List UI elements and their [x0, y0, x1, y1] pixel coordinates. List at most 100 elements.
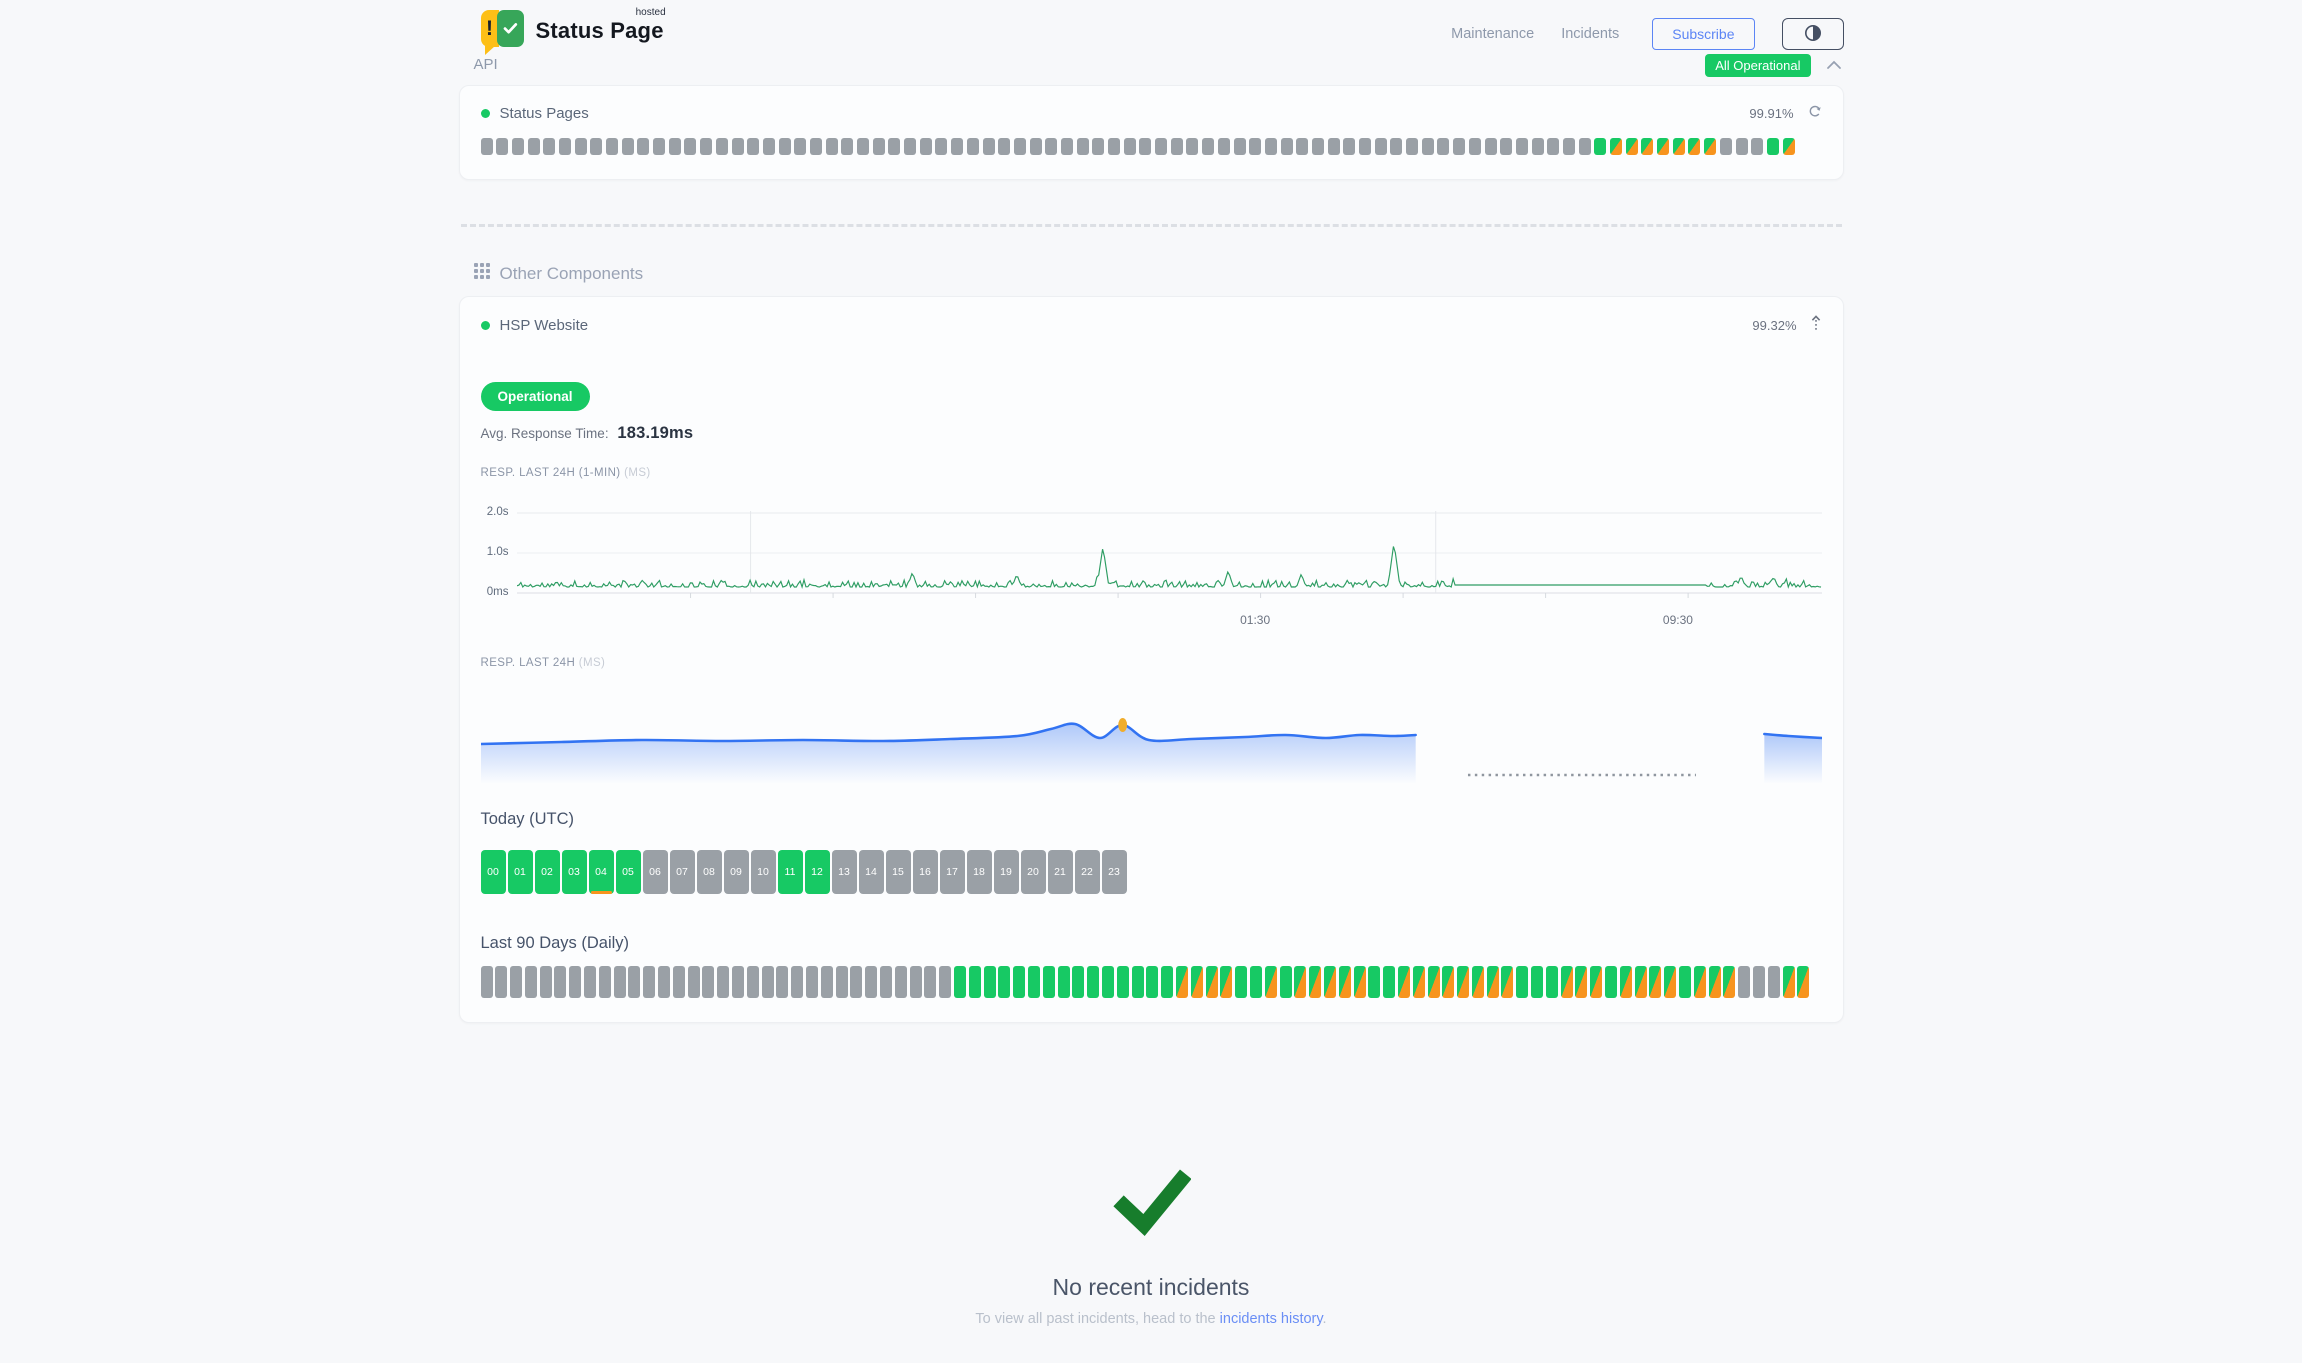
hour-block[interactable]: 20: [1021, 850, 1046, 894]
hour-block[interactable]: 21: [1048, 850, 1073, 894]
hour-block[interactable]: 05: [616, 850, 641, 894]
uptime-bar[interactable]: [1783, 138, 1795, 155]
day-bar[interactable]: [821, 966, 833, 998]
day-bar[interactable]: [1383, 966, 1395, 998]
day-bar[interactable]: [1117, 966, 1129, 998]
hour-block[interactable]: 12: [805, 850, 830, 894]
day-bar[interactable]: [1664, 966, 1676, 998]
day-bar[interactable]: [1087, 966, 1099, 998]
uptime-bar[interactable]: [1108, 138, 1120, 155]
day-bar[interactable]: [895, 966, 907, 998]
response-time-chart[interactable]: 2.0s 1.0s 0ms 01:30 09:30: [481, 501, 1822, 633]
hour-block[interactable]: 23: [1102, 850, 1127, 894]
uptime-bar[interactable]: [1610, 138, 1622, 155]
uptime-bar[interactable]: [1296, 138, 1308, 155]
day-bar[interactable]: [1265, 966, 1277, 998]
day-bar[interactable]: [1398, 966, 1410, 998]
hour-block[interactable]: 10: [751, 850, 776, 894]
day-bar[interactable]: [540, 966, 552, 998]
day-bar[interactable]: [1309, 966, 1321, 998]
day-bar[interactable]: [1635, 966, 1647, 998]
uptime-bar[interactable]: [1751, 138, 1763, 155]
day-bar[interactable]: [1250, 966, 1262, 998]
uptime-bar[interactable]: [1218, 138, 1230, 155]
day-bar[interactable]: [1605, 966, 1617, 998]
uptime-bar[interactable]: [967, 138, 979, 155]
uptime-bar[interactable]: [637, 138, 649, 155]
hour-block[interactable]: 09: [724, 850, 749, 894]
uptime-bar[interactable]: [1579, 138, 1591, 155]
day-bar[interactable]: [1072, 966, 1084, 998]
day-bar[interactable]: [1413, 966, 1425, 998]
day-bar[interactable]: [880, 966, 892, 998]
day-bar[interactable]: [865, 966, 877, 998]
day-bar[interactable]: [1013, 966, 1025, 998]
day-bar[interactable]: [1531, 966, 1543, 998]
uptime-bar[interactable]: [590, 138, 602, 155]
uptime-bar[interactable]: [700, 138, 712, 155]
uptime-bar[interactable]: [1688, 138, 1700, 155]
uptime-bar[interactable]: [1281, 138, 1293, 155]
uptime-bar[interactable]: [951, 138, 963, 155]
day-bar[interactable]: [1783, 966, 1795, 998]
day-bar[interactable]: [1235, 966, 1247, 998]
day-bar[interactable]: [1546, 966, 1558, 998]
day-bar[interactable]: [984, 966, 996, 998]
uptime-bar[interactable]: [1186, 138, 1198, 155]
uptime-bar[interactable]: [559, 138, 571, 155]
day-bar[interactable]: [1487, 966, 1499, 998]
uptime-bar[interactable]: [1234, 138, 1246, 155]
uptime-bar[interactable]: [1249, 138, 1261, 155]
uptime-bar[interactable]: [888, 138, 900, 155]
hour-block[interactable]: 01: [508, 850, 533, 894]
subscribe-button[interactable]: Subscribe: [1652, 18, 1754, 50]
day-bar[interactable]: [1220, 966, 1232, 998]
day-bar[interactable]: [1472, 966, 1484, 998]
uptime-bar[interactable]: [732, 138, 744, 155]
day-bar[interactable]: [1709, 966, 1721, 998]
uptime-bar[interactable]: [1202, 138, 1214, 155]
day-bar[interactable]: [1191, 966, 1203, 998]
uptime-bar[interactable]: [1657, 138, 1669, 155]
uptime-bar[interactable]: [575, 138, 587, 155]
uptime-bar[interactable]: [935, 138, 947, 155]
uptime-bar[interactable]: [481, 138, 493, 155]
day-bar[interactable]: [1575, 966, 1587, 998]
uptime-bar[interactable]: [1437, 138, 1449, 155]
uptime-bar[interactable]: [1045, 138, 1057, 155]
day-bar[interactable]: [1132, 966, 1144, 998]
uptime-bar[interactable]: [1092, 138, 1104, 155]
uptime-bar[interactable]: [1767, 138, 1779, 155]
hour-block[interactable]: 16: [913, 850, 938, 894]
day-bar[interactable]: [969, 966, 981, 998]
day-bar[interactable]: [1428, 966, 1440, 998]
day-bar[interactable]: [1176, 966, 1188, 998]
day-bar[interactable]: [1368, 966, 1380, 998]
uptime-bar[interactable]: [1563, 138, 1575, 155]
day-bar[interactable]: [717, 966, 729, 998]
uptime-bar[interactable]: [716, 138, 728, 155]
uptime-bar[interactable]: [496, 138, 508, 155]
hour-block[interactable]: 14: [859, 850, 884, 894]
uptime-bar[interactable]: [1704, 138, 1716, 155]
refresh-icon[interactable]: [1807, 104, 1822, 122]
day-bar[interactable]: [1679, 966, 1691, 998]
day-bar[interactable]: [1442, 966, 1454, 998]
day-bar[interactable]: [628, 966, 640, 998]
hour-block[interactable]: 11: [778, 850, 803, 894]
day-bar[interactable]: [1620, 966, 1632, 998]
day-bar[interactable]: [1738, 966, 1750, 998]
uptime-bar[interactable]: [1265, 138, 1277, 155]
day-bar[interactable]: [1324, 966, 1336, 998]
day-bar[interactable]: [806, 966, 818, 998]
hour-block[interactable]: 13: [832, 850, 857, 894]
hour-block[interactable]: 04: [589, 850, 614, 894]
uptime-bar[interactable]: [543, 138, 555, 155]
day-bar[interactable]: [998, 966, 1010, 998]
day-bar[interactable]: [1516, 966, 1528, 998]
uptime-bar[interactable]: [1359, 138, 1371, 155]
day-bar[interactable]: [732, 966, 744, 998]
day-bar[interactable]: [569, 966, 581, 998]
uptime-bar[interactable]: [1673, 138, 1685, 155]
uptime-bar[interactable]: [1077, 138, 1089, 155]
